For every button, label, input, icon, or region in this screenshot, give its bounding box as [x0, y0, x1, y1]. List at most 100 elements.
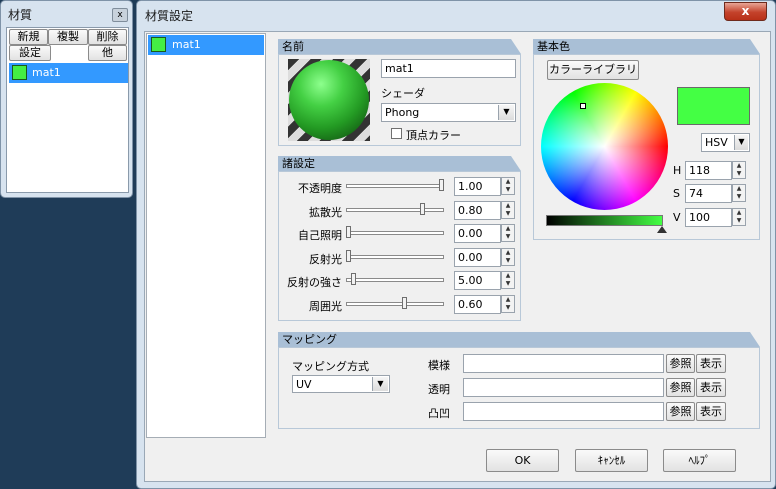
param-slider-thumb[interactable]: [351, 273, 356, 285]
dialog-material-list: mat1: [146, 33, 266, 438]
color-library-button[interactable]: カラーライブラリ: [547, 60, 639, 80]
param-value-input[interactable]: 0.00: [454, 247, 501, 267]
mapping-browse-button[interactable]: 参照: [666, 378, 695, 397]
v-label: V: [673, 211, 681, 224]
mapping-browse-button[interactable]: 参照: [666, 354, 695, 373]
s-label: S: [673, 187, 680, 200]
param-spinner[interactable]: ▲ ▼: [501, 177, 515, 195]
param-label: 拡散光: [309, 205, 342, 219]
param-spinner[interactable]: ▲ ▼: [501, 294, 515, 313]
delete-button[interactable]: 削除: [88, 29, 127, 45]
mapping-show-button[interactable]: 表示: [696, 354, 726, 373]
v-spinner[interactable]: ▲ ▼: [732, 208, 746, 226]
dialog-client: mat1 名前 mat1 シェーダ Phong ▼ 頂点カラー 諸設定 不透明度…: [144, 31, 771, 482]
s-spinner[interactable]: ▲ ▼: [732, 184, 746, 202]
material-panel-close-button[interactable]: x: [112, 8, 128, 22]
mapping-browse-button[interactable]: 参照: [666, 402, 695, 421]
s-input[interactable]: 74: [685, 184, 732, 203]
param-slider-thumb[interactable]: [346, 249, 351, 262]
param-value-input[interactable]: 0.00: [454, 224, 501, 243]
material-panel-body: 新規 複製 削除 設定 他 mat1: [6, 27, 129, 193]
param-slider[interactable]: [346, 207, 444, 212]
color-wheel-marker[interactable]: [580, 103, 586, 109]
mapping-section-header: マッピング: [278, 332, 760, 347]
param-label: 周囲光: [309, 299, 342, 313]
param-spinner[interactable]: ▲ ▼: [501, 224, 515, 242]
param-slider-thumb[interactable]: [439, 179, 444, 191]
param-value-input[interactable]: 0.80: [454, 200, 501, 220]
color-wheel[interactable]: [541, 83, 668, 210]
material-preview: [288, 59, 370, 141]
color-section-header: 基本色: [533, 39, 760, 54]
material-panel: 材質 x 新規 複製 削除 設定 他 mat1: [0, 0, 133, 198]
mapping-show-button[interactable]: 表示: [696, 402, 726, 421]
chevron-down-icon: ▼: [498, 105, 514, 120]
v-input[interactable]: 100: [685, 208, 732, 227]
params-section-header: 諸設定: [278, 156, 521, 171]
material-color-swatch: [12, 65, 27, 80]
vertex-color-checkbox[interactable]: [391, 128, 402, 139]
shader-value: Phong: [385, 106, 420, 119]
param-label: 反射の強さ: [287, 276, 342, 289]
param-value-input[interactable]: 0.60: [454, 294, 501, 314]
material-name-input[interactable]: mat1: [381, 59, 516, 78]
dialog-material-swatch: [151, 37, 166, 52]
shader-label: シェーダ: [381, 87, 425, 100]
dialog-close-button[interactable]: x: [724, 2, 767, 21]
color-mode-value: HSV: [705, 136, 728, 149]
new-button[interactable]: 新規: [9, 29, 48, 45]
param-slider[interactable]: [346, 184, 444, 188]
mapping-row-label: 凸凹: [428, 407, 450, 420]
mapping-file-input[interactable]: [463, 402, 664, 421]
param-slider-thumb[interactable]: [420, 202, 425, 215]
param-slider[interactable]: [346, 254, 444, 259]
param-label: 不透明度: [298, 182, 342, 195]
settings-button[interactable]: 設定: [9, 45, 51, 61]
param-spinner[interactable]: ▲ ▼: [501, 200, 515, 219]
value-marker-icon[interactable]: [657, 226, 667, 233]
param-spinner[interactable]: ▲ ▼: [501, 247, 515, 266]
mapping-row-label: 透明: [428, 383, 450, 396]
mapping-method-value: UV: [296, 378, 312, 391]
dialog-material-list-item[interactable]: mat1: [148, 35, 264, 55]
mapping-row-label: 模様: [428, 359, 450, 372]
close-icon: x: [117, 10, 123, 20]
vertex-color-label: 頂点カラー: [406, 129, 461, 142]
current-color-swatch: [677, 87, 750, 125]
other-button[interactable]: 他: [88, 45, 127, 61]
shader-select[interactable]: Phong ▼: [381, 103, 516, 122]
ok-button[interactable]: OK: [486, 449, 559, 472]
param-slider-thumb[interactable]: [346, 226, 351, 238]
param-slider[interactable]: [346, 278, 444, 282]
dialog-material-name: mat1: [172, 38, 201, 51]
mapping-method-select[interactable]: UV ▼: [292, 375, 390, 393]
help-button[interactable]: ﾍﾙﾌﾟ: [663, 449, 736, 472]
material-list-item[interactable]: mat1: [9, 63, 128, 83]
material-settings-dialog: 材質設定 x mat1 名前 mat1 シェーダ Phong ▼ 頂点カラー 諸…: [136, 0, 776, 489]
material-panel-title: 材質: [8, 8, 33, 22]
close-icon: x: [741, 4, 750, 18]
param-label: 反射光: [309, 252, 342, 266]
h-spinner[interactable]: ▲ ▼: [732, 161, 746, 179]
chevron-down-icon: ▼: [734, 135, 748, 150]
duplicate-button[interactable]: 複製: [48, 29, 88, 45]
param-slider[interactable]: [346, 301, 444, 306]
param-slider-thumb[interactable]: [402, 296, 407, 309]
value-gradient-bar[interactable]: [546, 215, 663, 226]
param-slider[interactable]: [346, 231, 444, 235]
mapping-file-input[interactable]: [463, 354, 664, 373]
preview-sphere: [289, 60, 369, 140]
material-name: mat1: [32, 66, 61, 79]
param-spinner[interactable]: ▲ ▼: [501, 271, 515, 289]
param-value-input[interactable]: 5.00: [454, 271, 501, 290]
mapping-show-button[interactable]: 表示: [696, 378, 726, 397]
dialog-title: 材質設定: [145, 9, 194, 23]
mapping-file-input[interactable]: [463, 378, 664, 397]
color-mode-select[interactable]: HSV ▼: [701, 133, 750, 152]
cancel-button[interactable]: ｷｬﾝｾﾙ: [575, 449, 648, 472]
name-section-header: 名前: [278, 39, 521, 54]
chevron-down-icon: ▼: [372, 377, 388, 391]
h-input[interactable]: 118: [685, 161, 732, 180]
param-value-input[interactable]: 1.00: [454, 177, 501, 196]
h-label: H: [673, 164, 682, 177]
